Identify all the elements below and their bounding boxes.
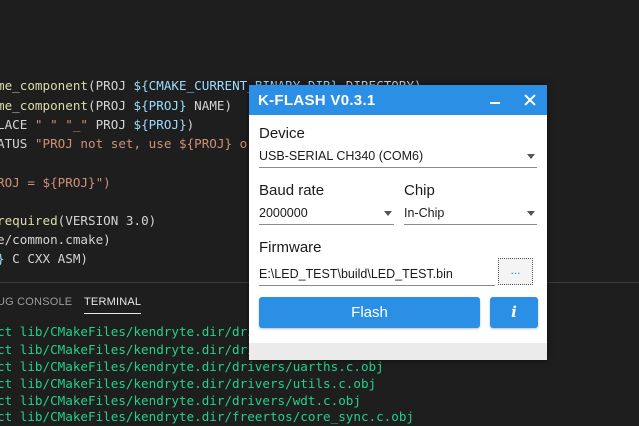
terminal-line: ct lib/CMakeFiles/kendryte.dir/drivers/u… (0, 376, 377, 391)
minimize-icon[interactable] (482, 85, 508, 115)
dialog-titlebar[interactable]: K-FLASH V0.3.1 (249, 85, 547, 115)
chip-value: In-Chip (404, 206, 445, 220)
code-token: NAME) (186, 98, 233, 113)
code-token: ATUS (0, 136, 35, 151)
code-token: PROJ (88, 117, 134, 132)
code-token: required (0, 213, 58, 228)
code-token: ${PROJ} (133, 98, 187, 113)
device-select[interactable]: USB-SERIAL CH340 (COM6) (259, 145, 537, 168)
code-line: me_component(PROJ ${PROJ} NAME) (0, 96, 232, 115)
terminal-line: ct lib/CMakeFiles/kendryte.dir/drivers/u… (0, 359, 384, 374)
code-line: e/common.cmake) (0, 230, 111, 249)
tab-debug-console[interactable]: UG CONSOLE (0, 294, 72, 310)
code-token: me_component (0, 78, 88, 93)
code-token: (PROJ (88, 78, 134, 93)
terminal-line: ct lib/CMakeFiles/kendryte.dir/freertos/… (0, 409, 415, 424)
code-line: ROJ = ${PROJ}") (0, 173, 111, 192)
baud-rate-select[interactable]: 2000000 (259, 202, 394, 225)
flash-button[interactable]: Flash (259, 297, 480, 328)
chip-label: Chip (404, 182, 435, 199)
chevron-down-icon (527, 211, 535, 216)
code-token: e/common.cmake) (0, 232, 111, 247)
chip-select[interactable]: In-Chip (404, 202, 537, 225)
firmware-path-value: E:\LED_TEST\build\LED_TEST.bin (259, 267, 453, 281)
code-token: (VERSION 3.0) (57, 213, 157, 228)
code-token: C CXX ASM) (4, 251, 88, 266)
code-token: " " "_" (34, 117, 88, 132)
code-token: ROJ = ${PROJ}") (0, 175, 111, 190)
code-token: LACE (0, 117, 35, 132)
baud-rate-value: 2000000 (259, 206, 308, 220)
chevron-down-icon (384, 211, 392, 216)
code-line: } C CXX ASM) (0, 249, 88, 268)
firmware-path-input[interactable]: E:\LED_TEST\build\LED_TEST.bin (259, 263, 495, 286)
baud-rate-label: Baud rate (259, 182, 325, 199)
device-value: USB-SERIAL CH340 (COM6) (259, 149, 424, 163)
code-token: (PROJ (88, 98, 134, 113)
browse-button[interactable]: ... (498, 258, 533, 285)
code-token: me_component (0, 98, 88, 113)
tab-terminal[interactable]: TERMINAL (84, 294, 142, 314)
info-button[interactable]: i (490, 297, 538, 328)
code-token: ) (186, 117, 195, 132)
chevron-down-icon (527, 154, 535, 159)
code-line: LACE " " "_" PROJ ${PROJ}) (0, 115, 194, 134)
code-token: ${PROJ} (133, 117, 187, 132)
close-icon[interactable] (517, 85, 543, 115)
code-line: required(VERSION 3.0) (0, 211, 156, 230)
device-label: Device (259, 125, 305, 142)
kflash-dialog: K-FLASH V0.3.1 Device USB-SERIAL CH340 (… (249, 85, 547, 360)
dialog-content: Device USB-SERIAL CH340 (COM6) Baud rate… (249, 115, 547, 343)
dialog-title: K-FLASH V0.3.1 (258, 92, 376, 109)
firmware-label: Firmware (259, 239, 322, 256)
